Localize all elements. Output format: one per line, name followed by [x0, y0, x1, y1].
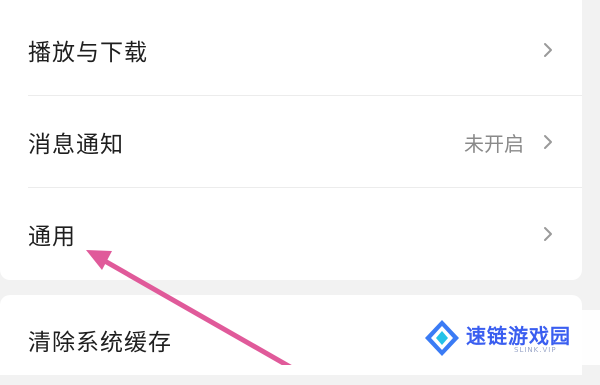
settings-group-main: 播放与下载 消息通知 未开启 通用	[0, 0, 582, 280]
watermark: 速链游戏园 SLINK.VIP	[400, 310, 600, 365]
setting-item-label: 消息通知	[28, 132, 124, 158]
setting-item-label: 通用	[28, 224, 76, 250]
chevron-right-icon	[544, 135, 552, 149]
setting-item-status: 未开启	[464, 131, 524, 156]
setting-item-playback-download[interactable]: 播放与下载	[0, 5, 582, 95]
divider	[28, 187, 582, 188]
setting-item-label: 清除系统缓存	[28, 330, 172, 356]
chevron-right-icon	[544, 227, 552, 241]
setting-item-notifications[interactable]: 消息通知 未开启	[0, 97, 582, 187]
setting-item-label: 播放与下载	[28, 40, 148, 66]
setting-item-general[interactable]: 通用	[0, 189, 582, 279]
divider	[28, 95, 582, 96]
diamond-logo-icon	[425, 320, 459, 356]
watermark-subtitle: SLINK.VIP	[514, 346, 557, 354]
chevron-right-icon	[544, 43, 552, 57]
watermark-title: 速链游戏园	[466, 324, 571, 348]
